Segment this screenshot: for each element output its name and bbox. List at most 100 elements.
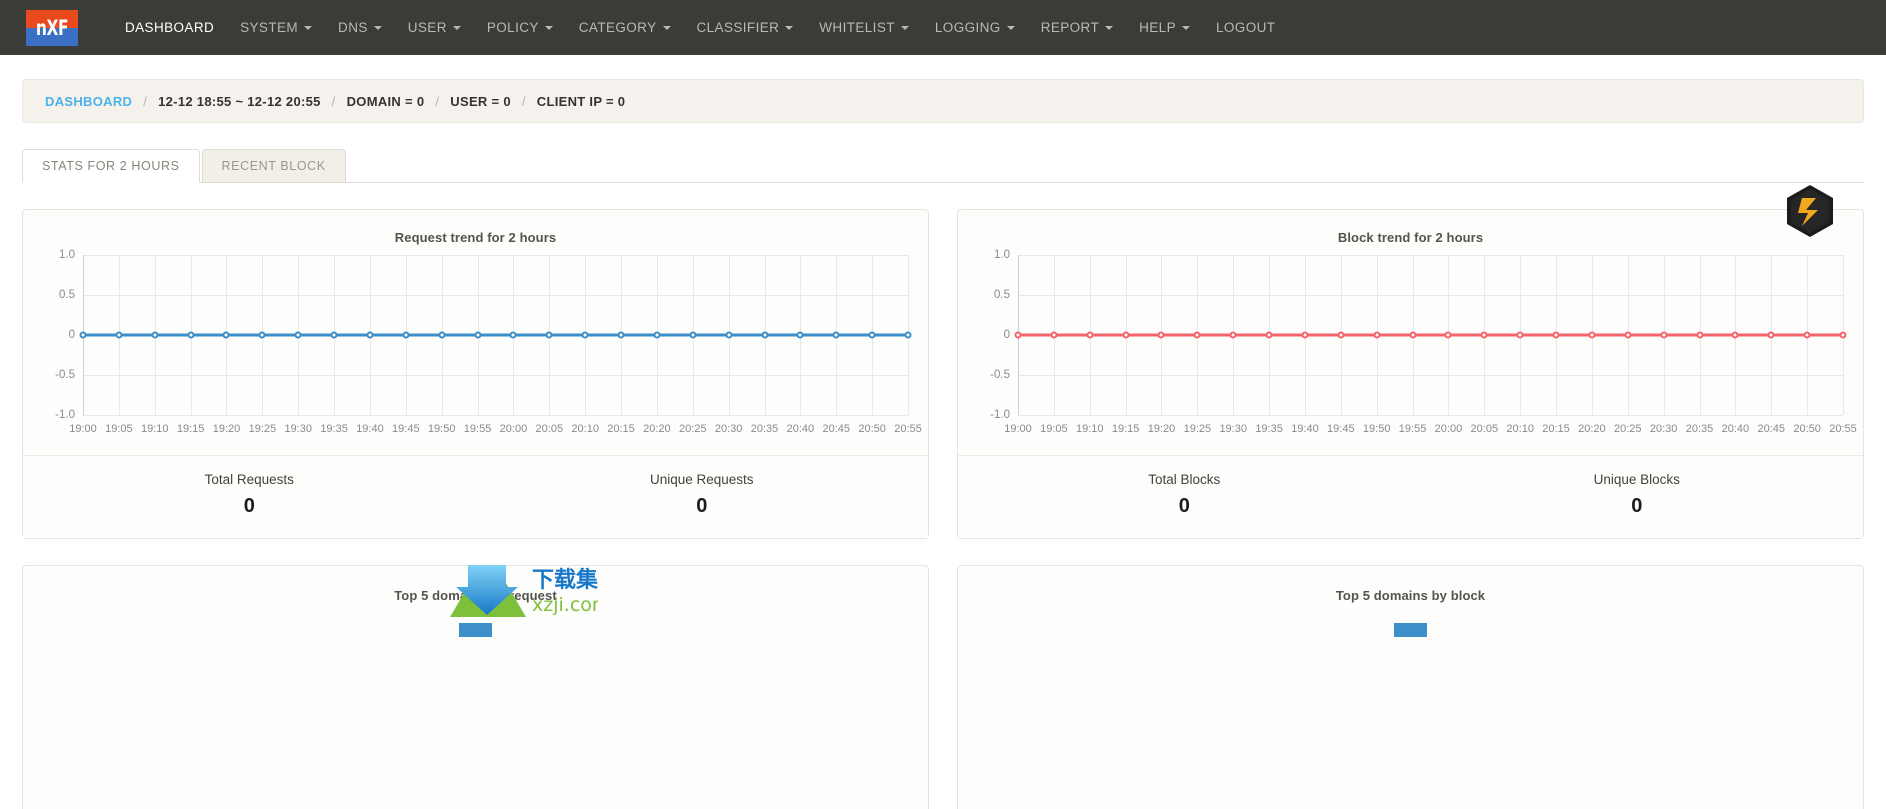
x-axis-tick-label: 20:00 (1434, 423, 1463, 435)
data-point[interactable] (1767, 331, 1775, 339)
nav-item-label: CATEGORY (578, 20, 657, 35)
data-point[interactable] (222, 331, 230, 339)
data-point[interactable] (509, 331, 517, 339)
data-point[interactable] (689, 331, 697, 339)
data-point[interactable] (1480, 331, 1488, 339)
data-point[interactable] (366, 331, 374, 339)
data-point[interactable] (1014, 331, 1022, 339)
data-point[interactable] (1660, 331, 1668, 339)
breadcrumb-root-link[interactable]: DASHBOARD (45, 94, 132, 109)
tab-stats-for-2-hours[interactable]: STATS FOR 2 HOURS (22, 149, 200, 183)
request-chart-area: Request trend for 2 hours 1.0 0.5 0 -0.5 -1.… (23, 210, 928, 455)
data-point[interactable] (438, 331, 446, 339)
data-point[interactable] (258, 331, 266, 339)
data-point[interactable] (1301, 331, 1309, 339)
data-point[interactable] (115, 331, 123, 339)
x-axis-tick-label: 20:25 (1614, 423, 1642, 435)
nav-item-dashboard[interactable]: DASHBOARD (112, 0, 227, 55)
x-axis-tick-label: 19:15 (176, 423, 205, 435)
x-axis-tick-label: 20:30 (1649, 423, 1678, 435)
data-point[interactable] (832, 331, 840, 339)
data-point[interactable] (1516, 331, 1524, 339)
y-axis-tick-label: -1.0 (55, 409, 75, 421)
nav-item-logout[interactable]: LOGOUT (1203, 0, 1288, 55)
nav-item-label: DNS (338, 20, 368, 35)
data-point[interactable] (1588, 331, 1596, 339)
data-point[interactable] (79, 331, 87, 339)
data-point[interactable] (761, 331, 769, 339)
data-point[interactable] (545, 331, 553, 339)
data-point[interactable] (1157, 331, 1165, 339)
nav-item-classifier[interactable]: CLASSIFIER (684, 0, 807, 55)
data-point[interactable] (151, 331, 159, 339)
x-axis-tick-label: 20:10 (1506, 423, 1534, 435)
data-point[interactable] (294, 331, 302, 339)
chevron-down-icon (785, 25, 794, 30)
data-point[interactable] (725, 331, 733, 339)
data-point[interactable] (796, 331, 804, 339)
nav-item-label: POLICY (486, 20, 539, 35)
data-point[interactable] (402, 331, 410, 339)
data-point[interactable] (187, 331, 195, 339)
x-axis-tick-label: 19:40 (1291, 423, 1319, 435)
x-axis-tick-label: 20:20 (643, 423, 671, 435)
data-point[interactable] (581, 331, 589, 339)
data-point[interactable] (1696, 331, 1704, 339)
brand-logo[interactable]: nXF (26, 9, 78, 46)
data-point[interactable] (1839, 331, 1847, 339)
breadcrumb-item-3: CLIENT IP = 0 (536, 93, 626, 109)
data-point[interactable] (1193, 331, 1201, 339)
data-point[interactable] (1265, 331, 1273, 339)
y-axis-tick-label: 1.0 (994, 249, 1010, 261)
stat-total-requests: Total Requests 0 (23, 472, 476, 518)
breadcrumb: DASHBOARD / 12-12 18:55 ~ 12-12 20:55 / DOMA… (22, 79, 1864, 123)
data-point[interactable] (474, 331, 482, 339)
data-point[interactable] (1229, 331, 1237, 339)
data-point[interactable] (868, 331, 876, 339)
data-point[interactable] (1086, 331, 1094, 339)
data-point[interactable] (1731, 331, 1739, 339)
data-point[interactable] (904, 331, 912, 339)
breadcrumb-separator: / (331, 93, 336, 109)
nav-item-policy[interactable]: POLICY (474, 0, 566, 55)
data-point[interactable] (1552, 331, 1560, 339)
nav-item-label: LOGGING (934, 20, 1001, 35)
data-point[interactable] (1122, 331, 1130, 339)
x-axis-tick-label: 19:05 (105, 423, 133, 435)
data-point[interactable] (617, 331, 625, 339)
nav-item-system[interactable]: SYSTEM (227, 0, 325, 55)
nav-item-dns[interactable]: DNS (325, 0, 395, 55)
breadcrumb-item-1: DOMAIN = 0 (346, 93, 425, 109)
data-point[interactable] (653, 331, 661, 339)
data-point[interactable] (1409, 331, 1417, 339)
data-point[interactable] (1337, 331, 1345, 339)
chevron-down-icon (373, 25, 382, 30)
request-trend-panel: Request trend for 2 hours 1.0 0.5 0 -0.5 -1.… (22, 209, 929, 539)
data-point[interactable] (1444, 331, 1452, 339)
nav-item-user[interactable]: USER (395, 0, 474, 55)
top-block-column: Top 5 domains by block (957, 565, 1864, 809)
tab-recent-block[interactable]: RECENT BLOCK (201, 149, 346, 183)
nav-item-logging[interactable]: LOGGING (922, 0, 1028, 55)
data-point[interactable] (1803, 331, 1811, 339)
nav-item-category[interactable]: CATEGORY (566, 0, 684, 55)
x-axis-tick-label: 20:45 (1757, 423, 1786, 435)
top-domains-block-legend-swatch[interactable] (1394, 623, 1427, 637)
chevron-down-icon (544, 25, 553, 30)
nav-item-label: DASHBOARD (125, 20, 215, 35)
page-content: DASHBOARD / 12-12 18:55 ~ 12-12 20:55 / DOMA… (0, 79, 1886, 809)
data-point[interactable] (1373, 331, 1381, 339)
nav-item-report[interactable]: REPORT (1028, 0, 1126, 55)
gridline-horizontal (83, 255, 908, 256)
data-point[interactable] (330, 331, 338, 339)
x-axis-tick-label: 19:20 (212, 423, 241, 435)
stat-unique-requests-label: Unique Requests (649, 472, 754, 487)
tab-bar: STATS FOR 2 HOURS RECENT BLOCK (22, 147, 1864, 183)
top-domains-request-legend-swatch[interactable] (459, 623, 492, 637)
data-point[interactable] (1050, 331, 1058, 339)
nav-item-whitelist[interactable]: WHITELIST (806, 0, 922, 55)
nav-item-help[interactable]: HELP (1126, 0, 1203, 55)
x-axis-tick-label: 20:15 (607, 423, 635, 435)
x-axis-tick-label: 19:25 (1183, 423, 1212, 435)
data-point[interactable] (1624, 331, 1632, 339)
